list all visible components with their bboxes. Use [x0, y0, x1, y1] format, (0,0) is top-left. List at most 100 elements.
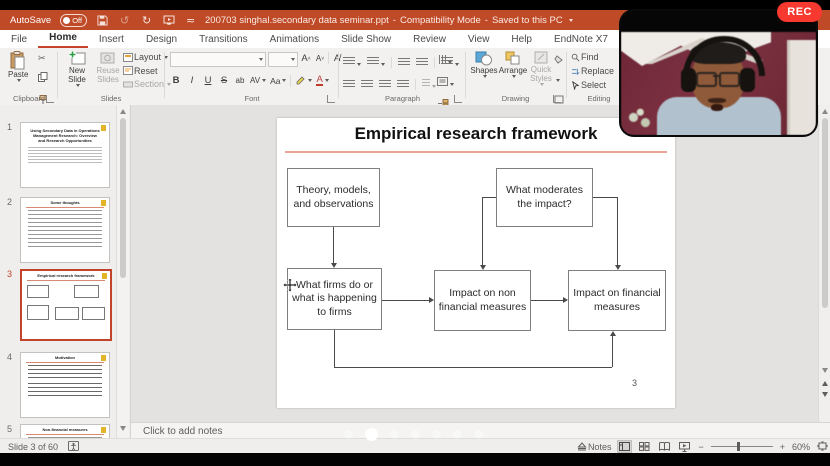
normal-view-button[interactable]: [618, 441, 631, 452]
customize-quick-access-icon[interactable]: ≂: [184, 14, 197, 27]
slideshow-view-button[interactable]: [678, 441, 691, 452]
align-left-button[interactable]: [343, 80, 355, 89]
zoom-level[interactable]: 60%: [792, 442, 810, 452]
slide-title[interactable]: Empirical research framework: [277, 124, 675, 144]
highlight-color-button[interactable]: [295, 74, 312, 87]
character-spacing-button[interactable]: AV: [250, 74, 266, 87]
arrowhead-down: [615, 265, 621, 270]
italic-button[interactable]: I: [186, 74, 198, 87]
webcam-video-overlay[interactable]: [621, 11, 816, 135]
zoom-slider[interactable]: [711, 446, 773, 447]
reuse-slides-button[interactable]: Reuse Slides: [93, 51, 123, 84]
main-vertical-scrollbar[interactable]: [818, 105, 830, 453]
paste-button[interactable]: Paste: [8, 51, 28, 82]
save-icon[interactable]: [96, 14, 109, 27]
scroll-up-arrow-icon[interactable]: [120, 109, 126, 114]
select-button[interactable]: Select: [571, 80, 614, 90]
flowchart-box-theory[interactable]: Theory, models, and observations: [287, 168, 380, 227]
tab-slide-show[interactable]: Slide Show: [330, 32, 402, 48]
slide-canvas[interactable]: Empirical research framework Theory, mod…: [277, 118, 675, 408]
numbering-button[interactable]: [367, 53, 385, 71]
tab-home[interactable]: Home: [38, 30, 88, 48]
decrease-indent-button[interactable]: [398, 58, 410, 67]
accessibility-checker-icon[interactable]: [68, 441, 79, 453]
tab-design[interactable]: Design: [135, 32, 188, 48]
slide-sorter-view-button[interactable]: [638, 441, 651, 452]
shapes-button[interactable]: Shapes: [470, 51, 498, 78]
autosave-toggle[interactable]: Off: [60, 14, 87, 27]
tab-view[interactable]: View: [457, 32, 501, 48]
arrowhead-right: [563, 297, 568, 303]
text-shadow-button[interactable]: ab: [234, 74, 246, 87]
font-name-combobox[interactable]: [170, 52, 266, 67]
cut-icon[interactable]: ✂: [38, 53, 48, 64]
undo-icon[interactable]: ↺: [118, 14, 131, 27]
thumbnail-number: 1: [7, 122, 12, 132]
scroll-up-arrow-icon[interactable]: [822, 109, 828, 114]
clipboard-dialog-launcher[interactable]: [46, 95, 54, 103]
increase-indent-button[interactable]: [416, 58, 428, 67]
arrange-icon: [505, 51, 521, 66]
underline-button[interactable]: U: [202, 74, 214, 87]
scroll-down-arrow-icon[interactable]: [120, 426, 126, 431]
tab-animations[interactable]: Animations: [259, 32, 330, 48]
reading-view-button[interactable]: [658, 441, 671, 452]
flowchart-box-financial[interactable]: Impact on financial measures: [568, 270, 666, 331]
paragraph-dialog-launcher[interactable]: [454, 95, 462, 103]
tab-insert[interactable]: Insert: [88, 32, 135, 48]
thumbnail-panel-scrollbar[interactable]: [116, 105, 129, 453]
replace-button[interactable]: Replace: [571, 66, 614, 76]
thumbnail-slide-4[interactable]: Motivation: [20, 352, 110, 418]
previous-slide-button[interactable]: [822, 381, 828, 386]
font-color-button[interactable]: A: [316, 74, 328, 87]
notes-pane[interactable]: Click to add notes: [131, 422, 830, 439]
headphone-left-cup: [681, 68, 696, 92]
justify-button[interactable]: [397, 80, 409, 89]
zoom-slider-thumb[interactable]: [737, 442, 740, 451]
font-dialog-launcher[interactable]: [327, 95, 335, 103]
copy-icon[interactable]: [38, 69, 48, 87]
zoom-out-button[interactable]: −: [698, 442, 703, 452]
flowchart-box-firms[interactable]: What firms do or what is happening to fi…: [287, 268, 382, 330]
tab-endnote[interactable]: EndNote X7: [543, 32, 619, 48]
bold-button[interactable]: B: [170, 74, 182, 87]
zoom-in-button[interactable]: +: [780, 442, 785, 452]
strikethrough-button[interactable]: S: [218, 74, 230, 87]
columns-button[interactable]: [422, 75, 436, 93]
reuse-slides-icon: [100, 51, 116, 66]
find-button[interactable]: Find: [571, 52, 614, 62]
thumbnail-slide-3-selected[interactable]: Empirical research framework: [20, 269, 112, 341]
scrollbar-thumb[interactable]: [120, 118, 126, 278]
flowchart-box-moderates[interactable]: What moderates the impact?: [496, 168, 593, 227]
font-size-combobox[interactable]: [268, 52, 298, 67]
shape-fill-button[interactable]: [554, 51, 564, 87]
scrollbar-thumb[interactable]: [822, 118, 828, 308]
align-center-button[interactable]: [361, 80, 373, 89]
quick-styles-button[interactable]: Quick Styles: [528, 51, 554, 86]
tab-transitions[interactable]: Transitions: [188, 32, 259, 48]
flowchart-box-nonfinancial[interactable]: Impact on non financial measures: [434, 270, 531, 331]
text-direction-button[interactable]: [437, 51, 455, 69]
tab-file[interactable]: File: [0, 32, 38, 48]
redo-icon[interactable]: ↻: [140, 14, 153, 27]
start-slideshow-icon[interactable]: [162, 14, 175, 27]
arrange-button[interactable]: Arrange: [498, 51, 528, 78]
saved-location-label[interactable]: Saved to this PC: [492, 15, 563, 26]
tab-help[interactable]: Help: [500, 32, 543, 48]
drawing-dialog-launcher[interactable]: [553, 95, 561, 103]
tab-review[interactable]: Review: [402, 32, 457, 48]
align-right-button[interactable]: [379, 80, 391, 89]
bullets-button[interactable]: [343, 53, 361, 71]
notes-toggle-button[interactable]: Notes: [577, 442, 612, 452]
change-case-button[interactable]: Aa: [270, 74, 286, 87]
scroll-down-arrow-icon[interactable]: [822, 368, 828, 373]
fit-slide-to-window-button[interactable]: [817, 441, 828, 453]
thumbnail-slide-2[interactable]: Some thoughts: [20, 197, 110, 263]
notes-placeholder[interactable]: Click to add notes: [143, 426, 223, 437]
thumbnail-slide-1[interactable]: Using Secondary Data in Operations Manag…: [20, 122, 110, 188]
next-slide-button[interactable]: [822, 392, 828, 397]
new-slide-button[interactable]: New Slide: [61, 51, 93, 87]
align-text-button[interactable]: [437, 73, 455, 91]
shrink-font-button[interactable]: A˅: [314, 52, 326, 65]
grow-font-button[interactable]: A˄: [300, 52, 312, 65]
